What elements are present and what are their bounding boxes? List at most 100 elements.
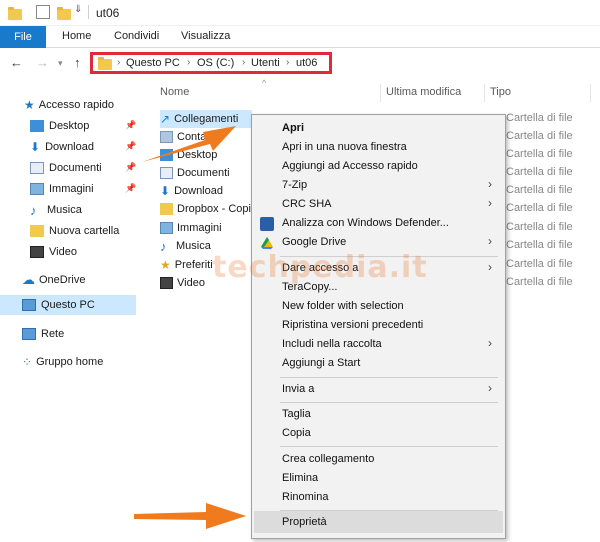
menu-item-pin-to-start[interactable]: Aggiungi a Start	[282, 357, 360, 369]
tab-share[interactable]: Condividi	[114, 30, 159, 42]
column-header-type[interactable]: Tipo	[490, 86, 511, 98]
sidebar-item-new-folder[interactable]: Nuova cartella	[30, 221, 119, 241]
sidebar-item-documents[interactable]: Documenti	[30, 158, 102, 178]
computer-icon	[22, 299, 36, 311]
network-icon	[22, 328, 36, 340]
menu-item-google-drive[interactable]: Google Drive	[282, 236, 346, 248]
pin-icon[interactable]: 📌	[125, 183, 136, 194]
folder-icon	[30, 225, 44, 237]
window-title: ut06	[96, 6, 120, 20]
file-type: Cartella di file	[506, 166, 573, 178]
menu-item-crc-sha[interactable]: CRC SHA	[282, 198, 332, 210]
desktop-icon	[160, 149, 173, 161]
pin-icon[interactable]: 📌	[125, 162, 136, 173]
breadcrumb-ut06[interactable]: ut06	[296, 57, 317, 69]
favorites-star-icon: ★	[160, 258, 171, 272]
sidebar-item-onedrive[interactable]: ☁ OneDrive	[22, 270, 85, 290]
folder-icon	[160, 203, 173, 215]
breadcrumb-this-pc[interactable]: Questo PC	[126, 57, 180, 69]
submenu-chevron-icon: ›	[488, 234, 492, 248]
up-icon[interactable]: ↑	[74, 55, 81, 70]
menu-item-open-new-window[interactable]: Apri in una nuova finestra	[282, 141, 407, 153]
list-item[interactable]: Documenti	[160, 164, 230, 182]
file-type: Cartella di file	[506, 239, 573, 251]
sidebar-item-quick-access[interactable]: ★ Accesso rapido	[24, 95, 114, 115]
submenu-chevron-icon: ›	[488, 336, 492, 350]
list-item[interactable]: Dropbox - Copia	[160, 200, 257, 218]
list-item[interactable]: ⬇ Download	[160, 182, 223, 200]
file-type: Cartella di file	[506, 184, 573, 196]
sidebar-item-desktop[interactable]: Desktop	[30, 116, 89, 136]
tab-home[interactable]: Home	[62, 30, 91, 42]
documents-icon	[30, 162, 44, 174]
download-icon: ⬇	[30, 140, 41, 154]
file-type: Cartella di file	[506, 202, 573, 214]
file-type: Cartella di file	[506, 258, 573, 270]
menu-item-7zip[interactable]: 7-Zip	[282, 179, 307, 191]
breadcrumb-users[interactable]: Utenti	[251, 57, 280, 69]
sidebar-item-video[interactable]: Video	[30, 242, 77, 262]
ribbon: File Home Condividi Visualizza	[0, 26, 600, 48]
menu-item-rename[interactable]: Rinomina	[282, 491, 328, 503]
list-item[interactable]: ★ Preferiti	[160, 256, 213, 274]
sidebar-item-network[interactable]: Rete	[22, 324, 64, 344]
menu-item-restore-previous-versions[interactable]: Ripristina versioni precedenti	[282, 319, 423, 331]
pin-icon[interactable]: 📌	[125, 120, 136, 131]
submenu-chevron-icon: ›	[488, 177, 492, 191]
menu-item-open[interactable]: Apri	[282, 122, 304, 134]
menu-item-new-folder-with-selection[interactable]: New folder with selection	[282, 300, 404, 312]
menu-item-properties[interactable]: Proprietà	[282, 516, 327, 528]
sidebar-item-this-pc[interactable]: Questo PC	[0, 295, 136, 315]
folder-icon	[98, 57, 112, 70]
navigation-bar: ← → ▾ ↑ › Questo PC › OS (C:) › Utenti ›…	[0, 48, 600, 78]
column-header-name[interactable]: Nome	[160, 86, 189, 98]
back-icon[interactable]: ←	[10, 55, 23, 70]
new-folder-icon[interactable]	[57, 7, 71, 20]
menu-item-create-shortcut[interactable]: Crea collegamento	[282, 453, 374, 465]
list-item[interactable]: Contatti	[160, 128, 215, 146]
navigation-pane: ★ Accesso rapido Desktop 📌 ⬇ Download 📌 …	[0, 90, 140, 542]
file-type: Cartella di file	[506, 148, 573, 160]
submenu-chevron-icon: ›	[488, 260, 492, 274]
sidebar-item-homegroup[interactable]: ⁘ Gruppo home	[22, 352, 103, 372]
list-item[interactable]: ♪ Musica	[160, 237, 211, 255]
list-item[interactable]: Desktop	[160, 146, 217, 164]
menu-item-copy[interactable]: Copia	[282, 427, 311, 439]
google-drive-icon	[260, 236, 274, 250]
file-type: Cartella di file	[506, 130, 573, 142]
menu-item-send-to[interactable]: Invia a	[282, 383, 314, 395]
menu-item-pin-quick-access[interactable]: Aggiungi ad Accesso rapido	[282, 160, 418, 172]
list-item[interactable]: ↗ Collegamenti	[160, 110, 252, 128]
file-type: Cartella di file	[506, 112, 573, 124]
music-icon: ♪	[30, 202, 37, 218]
pin-icon[interactable]: 📌	[125, 141, 136, 152]
list-item[interactable]: Video	[160, 274, 205, 292]
music-icon: ♪	[160, 238, 167, 254]
folder-icon	[8, 7, 22, 20]
menu-item-delete[interactable]: Elimina	[282, 472, 318, 484]
menu-item-include-in-library[interactable]: Includi nella raccolta	[282, 338, 382, 350]
forward-icon[interactable]: →	[36, 55, 49, 70]
video-icon	[160, 277, 173, 289]
menu-item-windows-defender[interactable]: Analizza con Windows Defender...	[282, 217, 449, 229]
list-item[interactable]: Immagini	[160, 219, 222, 237]
watermark: techpedia.it	[212, 250, 428, 285]
properties-icon[interactable]	[36, 5, 50, 19]
sidebar-item-music[interactable]: ♪ Musica	[30, 200, 82, 220]
tab-file[interactable]: File	[0, 26, 46, 48]
column-header-modified[interactable]: Ultima modifica	[386, 86, 461, 98]
file-type: Cartella di file	[506, 276, 573, 288]
sort-ascending-icon: ^	[262, 78, 267, 88]
recent-locations-icon[interactable]: ▾	[58, 58, 63, 69]
sidebar-item-pictures[interactable]: Immagini	[30, 179, 94, 199]
customize-toolbar-icon[interactable]: ⇓	[74, 4, 82, 15]
context-menu: Apri Apri in una nuova finestra Aggiungi…	[251, 114, 506, 539]
breadcrumb-drive[interactable]: OS (C:)	[197, 57, 234, 69]
submenu-chevron-icon: ›	[488, 381, 492, 395]
menu-item-cut[interactable]: Taglia	[282, 408, 311, 420]
desktop-icon	[30, 120, 44, 132]
tab-view[interactable]: Visualizza	[181, 30, 230, 42]
shortcut-arrow-icon: ↗	[160, 112, 171, 126]
sidebar-item-download[interactable]: ⬇ Download	[30, 137, 94, 157]
address-bar[interactable]: › Questo PC › OS (C:) › Utenti › ut06	[90, 52, 332, 74]
